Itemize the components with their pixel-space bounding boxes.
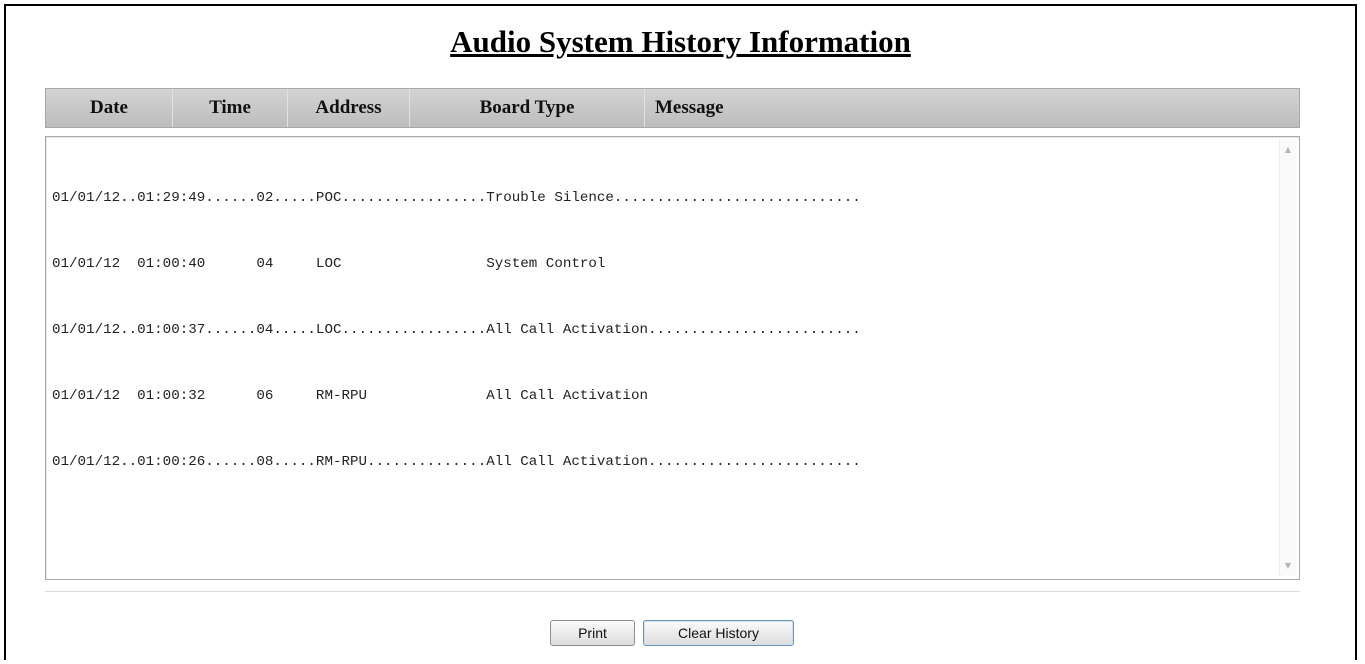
- page-title-wrap: Audio System History Information: [6, 24, 1355, 60]
- column-header-time: Time: [173, 89, 288, 127]
- history-row[interactable]: 01/01/12 01:00:32 06 RM-RPU All Call Act…: [52, 385, 861, 407]
- divider: [45, 591, 1300, 592]
- scroll-down-arrow-icon[interactable]: ▼: [1280, 558, 1296, 574]
- history-row[interactable]: 01/01/12..01:00:37......04.....LOC......…: [52, 319, 861, 341]
- column-header-message: Message: [655, 97, 724, 118]
- column-header-board-type: Board Type: [410, 89, 645, 127]
- page-title: Audio System History Information: [450, 24, 911, 59]
- vertical-scrollbar[interactable]: ▲ ▼: [1279, 140, 1296, 576]
- history-lines: 01/01/12..01:29:49......02.....POC......…: [52, 143, 861, 517]
- scroll-up-arrow-icon[interactable]: ▲: [1280, 142, 1296, 158]
- history-row[interactable]: 01/01/12..01:29:49......02.....POC......…: [52, 187, 861, 209]
- print-button[interactable]: Print: [550, 620, 635, 646]
- column-header-bar: Date Time Address Board Type Message: [45, 88, 1300, 128]
- clear-history-button[interactable]: Clear History: [643, 620, 794, 646]
- history-row[interactable]: 01/01/12 01:00:40 04 LOC System Control: [52, 253, 861, 275]
- history-listbox[interactable]: 01/01/12..01:29:49......02.....POC......…: [45, 136, 1300, 580]
- column-header-date: Date: [46, 89, 173, 127]
- history-row[interactable]: 01/01/12..01:00:26......08.....RM-RPU...…: [52, 451, 861, 473]
- column-header-address: Address: [288, 89, 410, 127]
